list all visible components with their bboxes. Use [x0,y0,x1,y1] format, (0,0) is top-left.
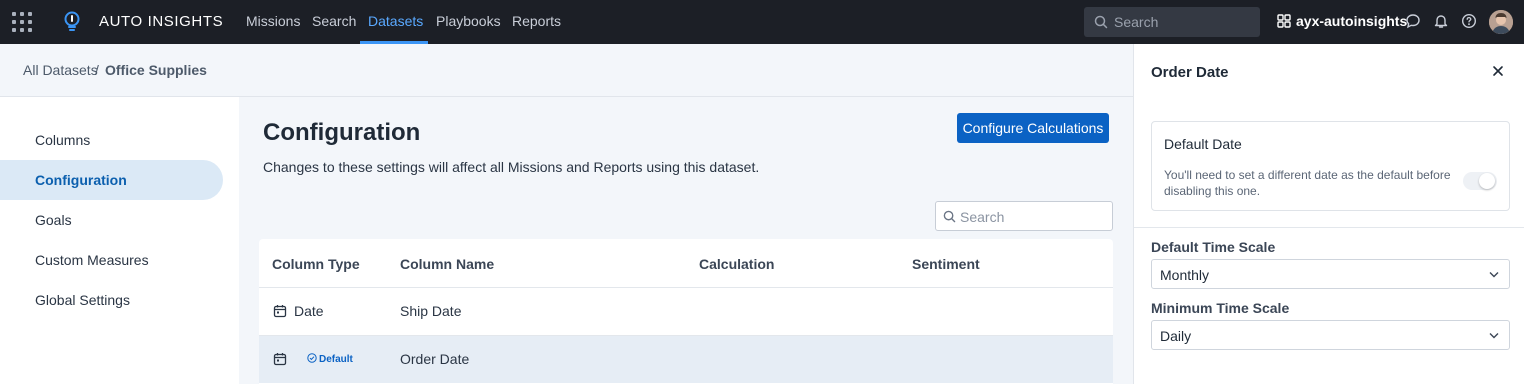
global-search-placeholder: Search [1114,14,1159,30]
time-scale-select[interactable]: Monthly [1151,259,1510,289]
min-time-scale-value: Daily [1160,328,1192,344]
table-row[interactable]: Date Ship Date [259,287,1113,335]
column-header-type[interactable]: Column Type [272,256,360,272]
settings-sidebar: Columns Configuration Goals Custom Measu… [0,97,239,384]
chevron-down-icon [1489,333,1499,339]
org-switcher[interactable]: ayx-autoinsights [1296,13,1407,29]
lightbulb-logo-icon [64,11,80,31]
nav-link-search[interactable]: Search [312,13,356,29]
default-date-title: Default Date [1164,136,1242,152]
min-time-scale-select[interactable]: Daily [1151,320,1510,350]
nav-link-playbooks[interactable]: Playbooks [436,13,501,29]
row-column-name: Order Date [400,351,470,367]
page-title: Configuration [263,119,421,146]
help-icon[interactable] [1461,13,1477,29]
table-search-placeholder: Search [960,209,1005,225]
breadcrumb-current: Office Supplies [105,62,207,78]
breadcrumb-all-datasets[interactable]: All Datasets [23,62,98,78]
org-icon[interactable] [1277,14,1291,28]
table-row[interactable]: Default Order Date [259,335,1113,383]
apps-grid-icon[interactable] [12,12,32,32]
row-column-type: Date [294,303,324,319]
calendar-icon [273,305,287,318]
bell-icon[interactable] [1433,13,1449,29]
toggle-knob [1479,173,1495,189]
time-scale-label: Default Time Scale [1151,239,1276,255]
configuration-main: Configuration Changes to these settings … [239,97,1133,384]
search-icon [943,210,956,223]
page-description: Changes to these settings will affect al… [263,159,760,175]
columns-table: Column Type Column Name Calculation Sent… [259,239,1113,384]
min-time-scale-label: Minimum Time Scale [1151,300,1290,316]
panel-title: Order Date [1151,64,1229,81]
column-header-calculation[interactable]: Calculation [699,256,774,272]
breadcrumb-separator: / [95,62,99,78]
search-icon [1094,15,1108,29]
default-badge: Default [307,353,353,365]
default-badge-label: Default [319,354,353,365]
sidebar-item-configuration[interactable]: Configuration [0,160,223,200]
chat-icon[interactable] [1405,13,1421,29]
calendar-icon [273,353,287,366]
panel-divider [1134,227,1524,228]
nav-link-datasets[interactable]: Datasets [368,13,423,29]
check-circle-icon [307,353,317,363]
nav-link-missions[interactable]: Missions [246,13,300,29]
sidebar-item-custom-measures[interactable]: Custom Measures [0,240,223,280]
default-date-help: You'll need to set a different date as t… [1164,168,1451,198]
sidebar-item-global-settings[interactable]: Global Settings [0,280,223,320]
close-icon[interactable] [1492,65,1504,77]
column-header-name[interactable]: Column Name [400,256,494,272]
time-scale-value: Monthly [1160,267,1210,283]
avatar[interactable] [1489,10,1513,34]
brand-name[interactable]: AUTO INSIGHTS [99,13,223,30]
sidebar-item-goals[interactable]: Goals [0,200,223,240]
column-header-sentiment[interactable]: Sentiment [912,256,980,272]
nav-link-reports[interactable]: Reports [512,13,561,29]
breadcrumb: All Datasets / Office Supplies [0,44,1133,97]
default-date-toggle[interactable] [1463,172,1497,190]
chevron-down-icon [1489,272,1499,278]
column-detail-panel: Order Date Default Date You'll need to s… [1133,44,1524,384]
default-date-card: Default Date You'll need to set a differ… [1151,121,1510,211]
row-column-name: Ship Date [400,303,462,319]
table-search-input[interactable]: Search [935,201,1113,231]
top-navigation: AUTO INSIGHTS Missions Search Datasets P… [0,0,1524,44]
sidebar-item-columns[interactable]: Columns [0,120,223,160]
configure-calculations-button[interactable]: Configure Calculations [957,113,1109,143]
global-search-input[interactable]: Search [1084,7,1260,37]
